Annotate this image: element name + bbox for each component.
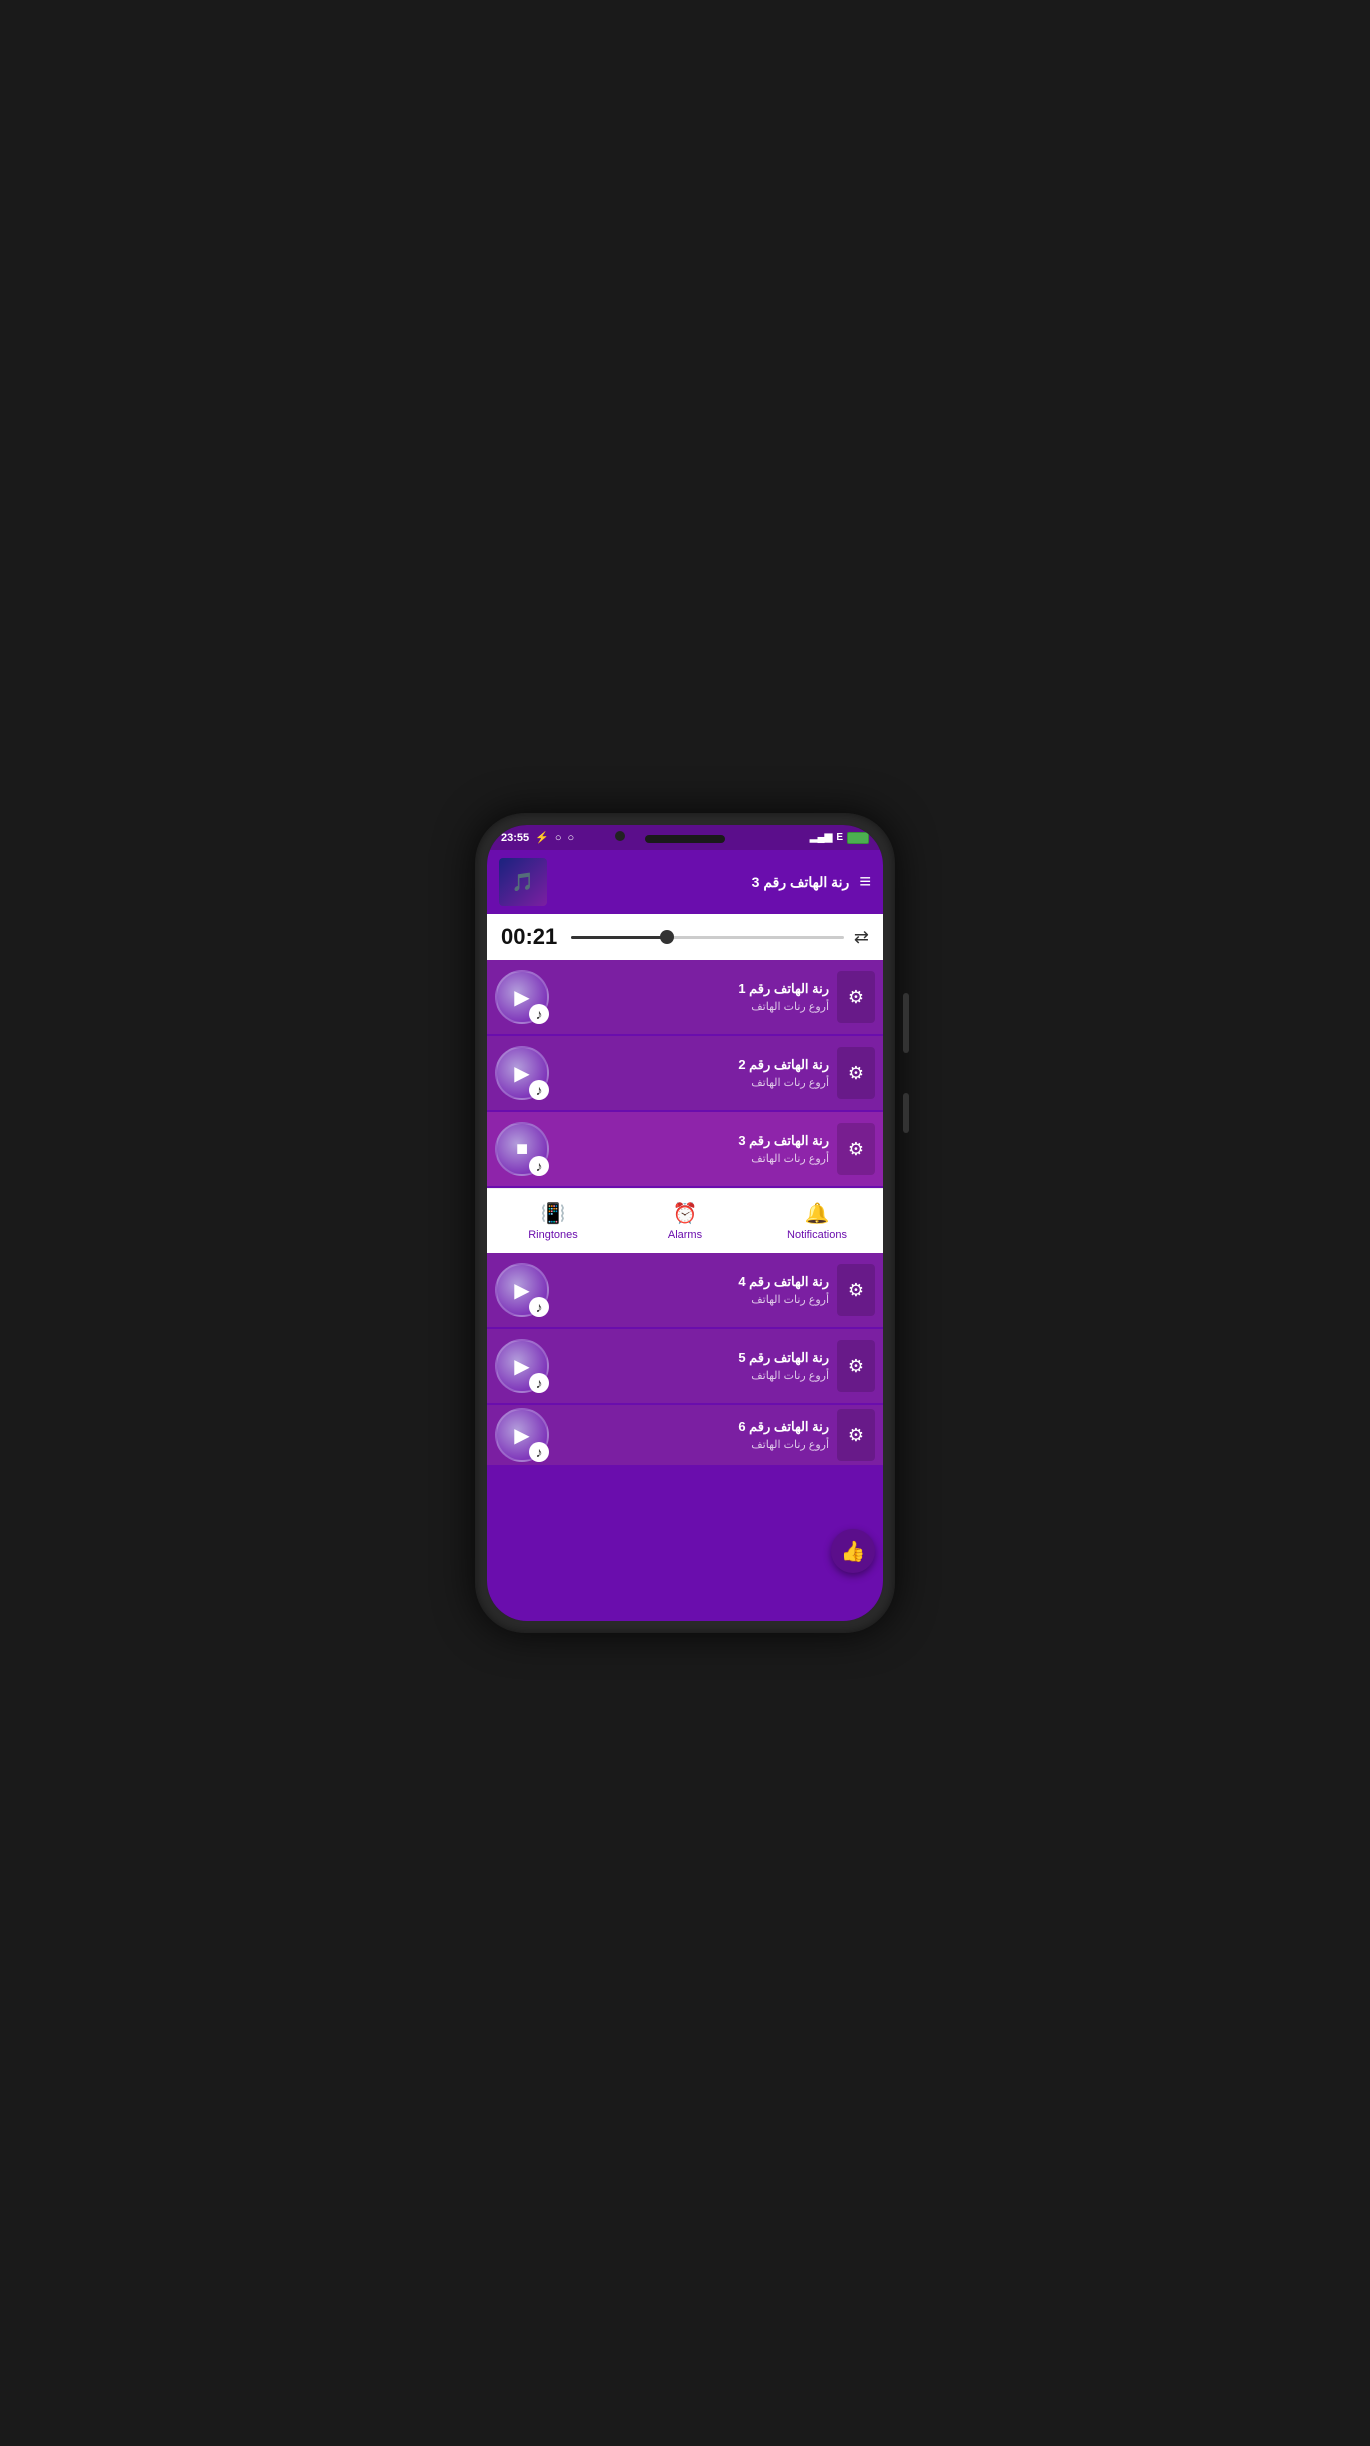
track-info-5: رنة الهاتف رقم 5 أروع رنات الهاتف (557, 1350, 829, 1382)
track-list: ▶ رنة الهاتف رقم 1 أروع رنات الهاتف ⚙ ▶ … (487, 960, 883, 1467)
track-item-active: ■ رنة الهاتف رقم 3 أروع رنات الهاتف ⚙ (487, 1112, 883, 1186)
phone-frame: 23:55 ⚡ ○ ○ ▂▄▆ E 🎵 رنة الهاتف رقم 3 ≡ 0… (475, 813, 895, 1633)
track-title-6: رنة الهاتف رقم 6 (557, 1419, 829, 1435)
track-subtitle-5: أروع رنات الهاتف (557, 1369, 829, 1382)
status-left: 23:55 ⚡ ○ ○ (501, 831, 574, 844)
track-title-3: رنة الهاتف رقم 3 (557, 1133, 829, 1149)
progress-thumb[interactable] (660, 930, 674, 944)
progress-track[interactable] (571, 936, 844, 939)
settings-button-4[interactable]: ⚙ (837, 1264, 875, 1316)
repeat-icon[interactable]: ⇄ (854, 927, 869, 948)
track-info-2: رنة الهاتف رقم 2 أروع رنات الهاتف (557, 1057, 829, 1089)
status-time: 23:55 (501, 832, 529, 844)
progress-fill (571, 936, 667, 939)
settings-button-5[interactable]: ⚙ (837, 1340, 875, 1392)
alarms-label: Alarms (668, 1229, 702, 1241)
settings-button-6[interactable]: ⚙ (837, 1409, 875, 1461)
track-title-4: رنة الهاتف رقم 4 (557, 1274, 829, 1290)
track-item: ▶ رنة الهاتف رقم 5 أروع رنات الهاتف ⚙ (487, 1329, 883, 1403)
front-camera (615, 831, 625, 841)
track-info-6: رنة الهاتف رقم 6 أروع رنات الهاتف (557, 1419, 829, 1451)
like-fab-button[interactable]: 👍 (831, 1529, 875, 1573)
queue-icon[interactable]: ≡ (859, 871, 871, 894)
nav-item-ringtones[interactable]: 📳 Ringtones (487, 1197, 619, 1245)
playback-time: 00:21 (501, 924, 561, 950)
track-info-4: رنة الهاتف رقم 4 أروع رنات الهاتف (557, 1274, 829, 1306)
track-title-2: رنة الهاتف رقم 2 (557, 1057, 829, 1073)
circle-icon2: ○ (568, 832, 575, 844)
track-subtitle-4: أروع رنات الهاتف (557, 1293, 829, 1306)
lightning-icon: ⚡ (535, 831, 549, 844)
nav-item-alarms[interactable]: ⏰ Alarms (619, 1197, 751, 1245)
status-right: ▂▄▆ E (810, 832, 869, 844)
track-info-3: رنة الهاتف رقم 3 أروع رنات الهاتف (557, 1133, 829, 1165)
settings-button-2[interactable]: ⚙ (837, 1047, 875, 1099)
play-button-6[interactable]: ▶ (495, 1408, 549, 1462)
notifications-label: Notifications (787, 1229, 847, 1241)
track-subtitle-3: أروع رنات الهاتف (557, 1152, 829, 1165)
nav-item-notifications[interactable]: 🔔 Notifications (751, 1197, 883, 1245)
settings-button-3[interactable]: ⚙ (837, 1123, 875, 1175)
progress-section: 00:21 ⇄ (487, 914, 883, 960)
ringtones-label: Ringtones (528, 1229, 578, 1241)
alarms-icon: ⏰ (673, 1201, 698, 1226)
track-item: ▶ رنة الهاتف رقم 6 أروع رنات الهاتف ⚙ (487, 1405, 883, 1465)
album-art: 🎵 (499, 858, 547, 906)
bottom-navigation: 📳 Ringtones ⏰ Alarms 🔔 Notifications (487, 1188, 883, 1253)
play-button-2[interactable]: ▶ (495, 1046, 549, 1100)
track-subtitle-2: أروع رنات الهاتف (557, 1076, 829, 1089)
ringtones-icon: 📳 (541, 1201, 566, 1226)
track-item: ▶ رنة الهاتف رقم 2 أروع رنات الهاتف ⚙ (487, 1036, 883, 1110)
now-playing-title: رنة الهاتف رقم 3 (557, 874, 849, 891)
track-subtitle-1: أروع رنات الهاتف (557, 1000, 829, 1013)
speaker-notch (645, 835, 725, 843)
battery-indicator (847, 832, 869, 844)
main-content: ▶ رنة الهاتف رقم 1 أروع رنات الهاتف ⚙ ▶ … (487, 960, 883, 1621)
track-title-1: رنة الهاتف رقم 1 (557, 981, 829, 997)
play-button-1[interactable]: ▶ (495, 970, 549, 1024)
track-item: ▶ رنة الهاتف رقم 4 أروع رنات الهاتف ⚙ (487, 1253, 883, 1327)
power-button (903, 993, 909, 1053)
track-item: ▶ رنة الهاتف رقم 1 أروع رنات الهاتف ⚙ (487, 960, 883, 1034)
phone-screen: 23:55 ⚡ ○ ○ ▂▄▆ E 🎵 رنة الهاتف رقم 3 ≡ 0… (487, 825, 883, 1621)
settings-button-1[interactable]: ⚙ (837, 971, 875, 1023)
now-playing-bar: 🎵 رنة الهاتف رقم 3 ≡ (487, 850, 883, 914)
play-button-5[interactable]: ▶ (495, 1339, 549, 1393)
track-title-5: رنة الهاتف رقم 5 (557, 1350, 829, 1366)
track-subtitle-6: أروع رنات الهاتف (557, 1438, 829, 1451)
play-button-4[interactable]: ▶ (495, 1263, 549, 1317)
network-type: E (836, 832, 843, 843)
track-info-1: رنة الهاتف رقم 1 أروع رنات الهاتف (557, 981, 829, 1013)
stop-button-3[interactable]: ■ (495, 1122, 549, 1176)
circle-icon1: ○ (555, 832, 562, 844)
signal-bars: ▂▄▆ (810, 832, 832, 843)
notifications-icon: 🔔 (805, 1201, 830, 1226)
volume-button (903, 1093, 909, 1133)
